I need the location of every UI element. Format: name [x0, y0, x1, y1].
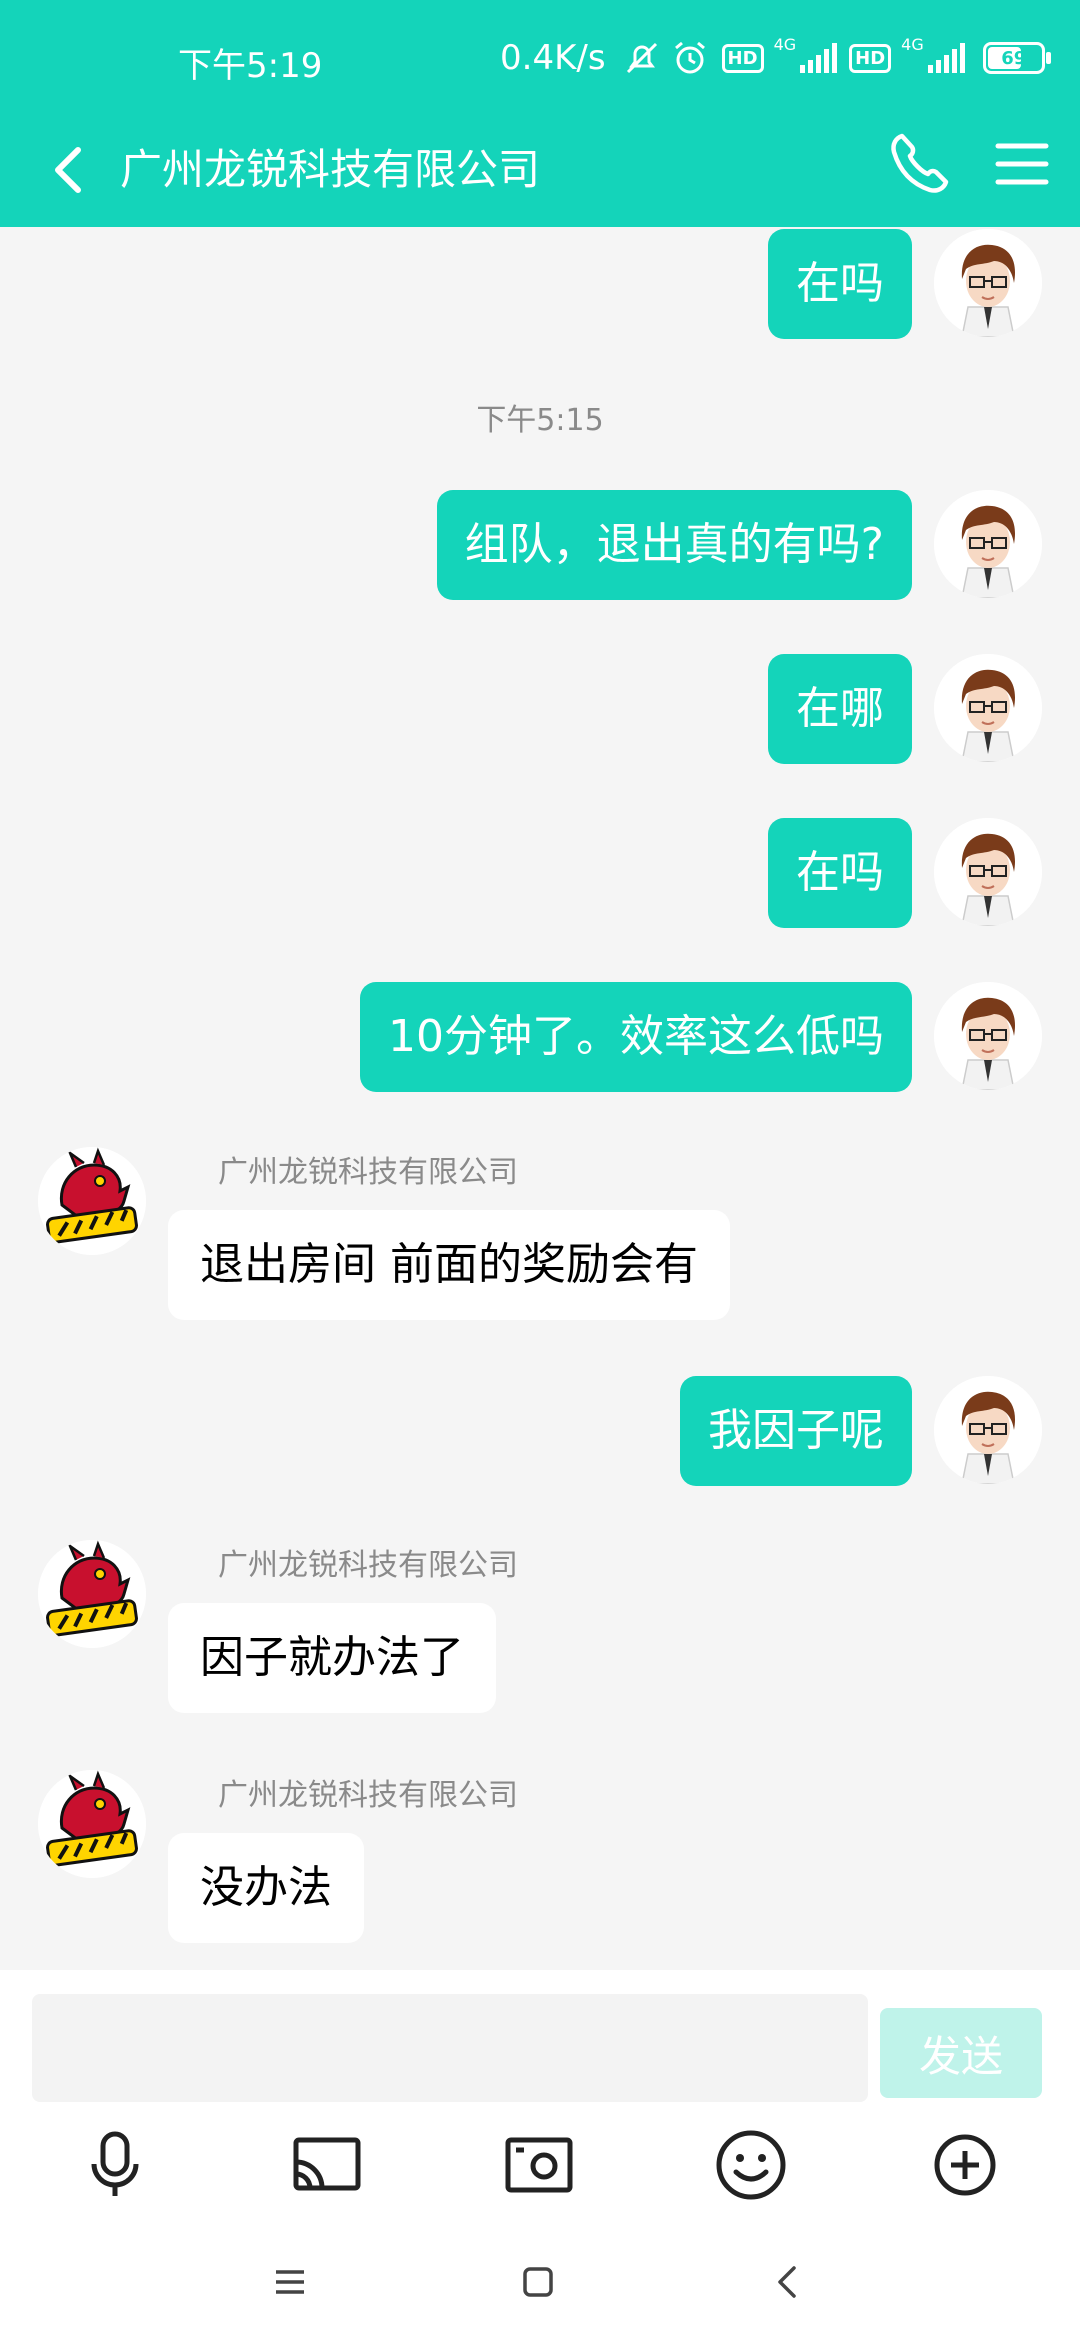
- phone-icon[interactable]: [884, 128, 954, 198]
- message-bubble-outgoing[interactable]: 在吗: [768, 229, 912, 339]
- back-arrow-icon[interactable]: [40, 140, 100, 200]
- message-row-6: 广州龙锐科技有限公司 退出房间 前面的奖励会有: [0, 1147, 1080, 1337]
- contact-avatar[interactable]: [38, 1770, 146, 1878]
- alarm-clock-icon: [674, 41, 705, 74]
- my-avatar[interactable]: [934, 654, 1042, 762]
- status-time: 下午5:19: [178, 46, 323, 86]
- battery-icon: 69: [982, 42, 1051, 74]
- back-chevron-icon[interactable]: [758, 2252, 818, 2312]
- message-bubble-outgoing[interactable]: 在吗: [768, 818, 912, 928]
- network-speed: 0.4K/s: [500, 38, 606, 78]
- photo-camera-icon[interactable]: [494, 2120, 584, 2210]
- my-avatar[interactable]: [934, 818, 1042, 926]
- microphone-icon[interactable]: [70, 2120, 160, 2210]
- composer: 发送: [0, 1970, 1080, 2340]
- status-bar: 下午5:19 0.4K/s HD 4G HD 4G 69: [0, 0, 1080, 120]
- message-row-4: 在吗: [0, 818, 1080, 948]
- emoji-icon[interactable]: [706, 2120, 796, 2210]
- sender-name: 广州龙锐科技有限公司: [218, 1548, 518, 1583]
- network-type-1: 4G: [773, 34, 797, 54]
- app-header: 下午5:19 0.4K/s HD 4G HD 4G 69 广州龙锐科技有限公司: [0, 0, 1080, 227]
- message-bubble-incoming[interactable]: 没办法: [168, 1833, 364, 1943]
- message-bubble-outgoing[interactable]: 我因子呢: [680, 1376, 912, 1486]
- hd-voice-badge-2: HD: [849, 43, 892, 73]
- plus-circle-icon[interactable]: [920, 2120, 1010, 2210]
- sender-name: 广州龙锐科技有限公司: [218, 1155, 518, 1190]
- message-list[interactable]: 在吗 下午5:15 组队，退出真的有吗? 在哪 在吗 10分钟了。效率这么低吗 …: [0, 227, 1080, 1970]
- network-type-2: 4G: [901, 34, 924, 54]
- menu-icon[interactable]: [994, 136, 1050, 192]
- message-row-9: 广州龙锐科技有限公司 没办法: [0, 1770, 1080, 1960]
- message-row-3: 在哪: [0, 654, 1080, 784]
- menu-lines-icon[interactable]: [260, 2252, 320, 2312]
- my-avatar[interactable]: [934, 982, 1042, 1090]
- message-timestamp: 下午5:15: [476, 403, 604, 438]
- message-row-8: 广州龙锐科技有限公司 因子就办法了: [0, 1540, 1080, 1730]
- message-bubble-incoming[interactable]: 因子就办法了: [168, 1603, 496, 1713]
- message-bubble-outgoing[interactable]: 在哪: [768, 654, 912, 764]
- message-row-5: 10分钟了。效率这么低吗: [0, 982, 1080, 1112]
- contact-avatar[interactable]: [38, 1147, 146, 1255]
- signal-icon: [800, 43, 838, 73]
- send-button[interactable]: 发送: [880, 2008, 1042, 2098]
- message-row-7: 我因子呢: [0, 1376, 1080, 1506]
- my-avatar[interactable]: [934, 1376, 1042, 1484]
- message-row-2: 组队，退出真的有吗?: [0, 490, 1080, 620]
- message-bubble-outgoing[interactable]: 组队，退出真的有吗?: [436, 490, 912, 600]
- hd-voice-badge: HD: [721, 43, 764, 73]
- message-bubble-incoming[interactable]: 退出房间 前面的奖励会有: [168, 1210, 730, 1320]
- my-avatar[interactable]: [934, 490, 1042, 598]
- my-avatar[interactable]: [934, 229, 1042, 337]
- system-nav-bar: [0, 2230, 1080, 2340]
- home-square-icon[interactable]: [508, 2252, 568, 2312]
- signal-icon-2: [927, 43, 965, 73]
- cast-screen-icon[interactable]: [282, 2120, 372, 2210]
- mute-bell-icon: [626, 42, 657, 74]
- chat-title: 广州龙锐科技有限公司: [120, 145, 541, 194]
- title-bar: 广州龙锐科技有限公司: [0, 120, 1080, 227]
- battery-level: 69: [1001, 47, 1027, 69]
- sender-name: 广州龙锐科技有限公司: [218, 1778, 518, 1813]
- contact-avatar[interactable]: [38, 1540, 146, 1648]
- message-bubble-outgoing[interactable]: 10分钟了。效率这么低吗: [360, 982, 912, 1092]
- message-input[interactable]: [32, 1994, 868, 2102]
- composer-toolbar: [0, 2120, 1080, 2230]
- status-indicators: 0.4K/s HD 4G HD 4G 69: [500, 33, 1051, 83]
- message-row-0: 在吗: [0, 227, 1080, 357]
